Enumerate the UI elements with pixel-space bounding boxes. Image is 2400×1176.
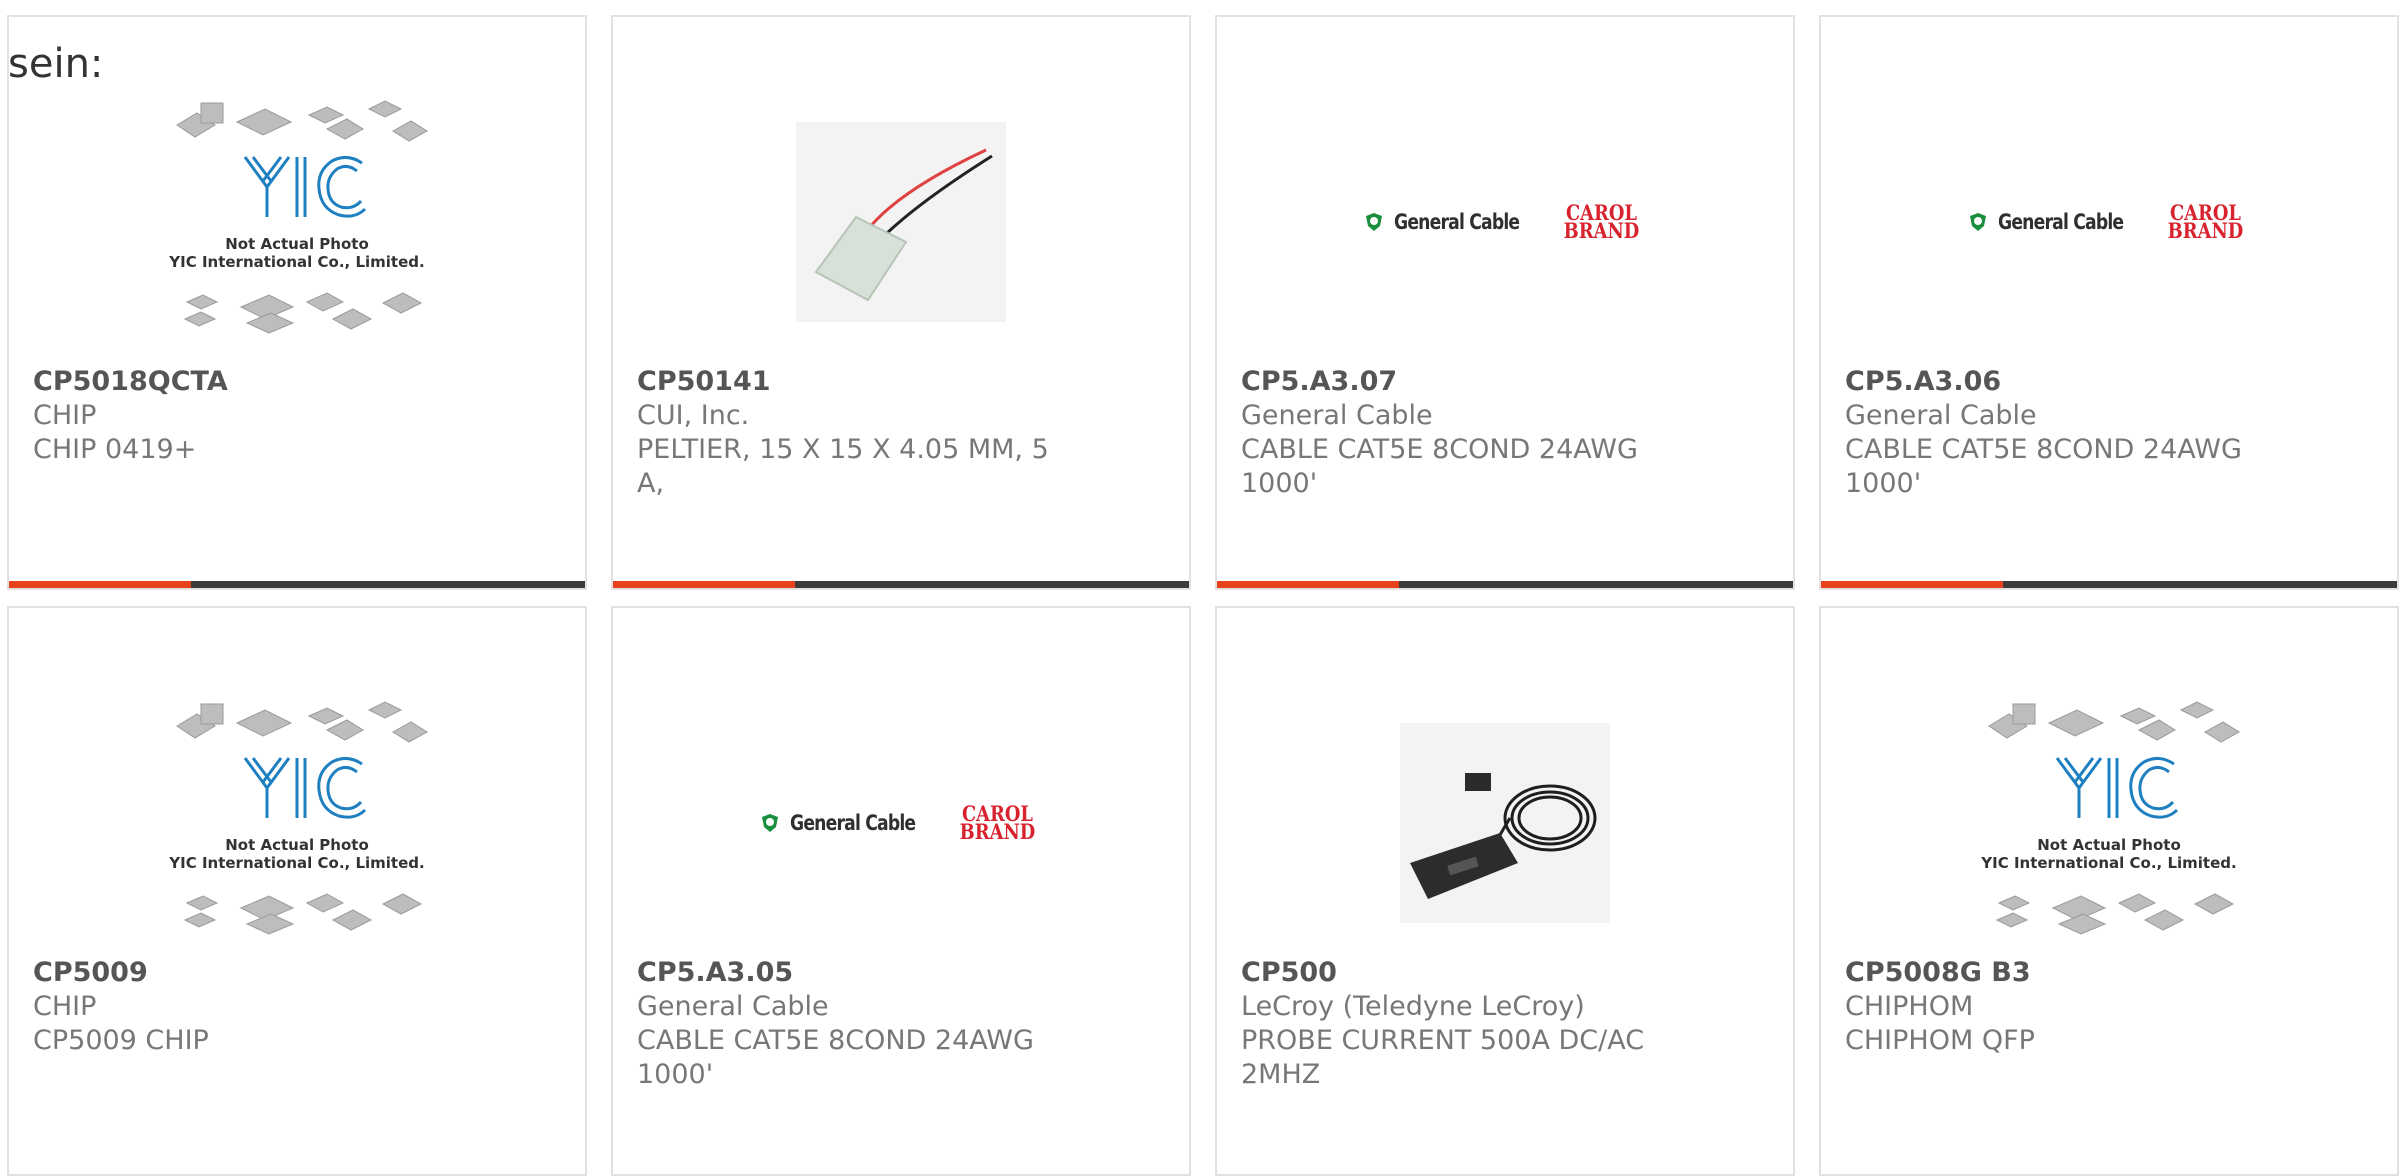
product-image[interactable]: General Cable CAROL BRAND	[613, 688, 1189, 958]
gc-brand: General Cable	[1998, 210, 2124, 234]
current-probe-image	[1400, 723, 1610, 923]
yic-line1: Not Actual Photo	[2037, 836, 2181, 854]
card-bar	[613, 581, 1189, 588]
product-info: CP5009 CHIP CP5009 CHIP	[33, 956, 453, 1058]
manufacturer: General Cable	[1845, 400, 2037, 431]
yic-placeholder-image: Not Actual Photo YIC International Co., …	[168, 701, 428, 935]
card-bar-accent	[1821, 581, 2003, 588]
card-bar	[1217, 581, 1793, 588]
product-image[interactable]: Not Actual Photo YIC International Co., …	[9, 688, 585, 958]
yic-line1: Not Actual Photo	[225, 235, 369, 253]
part-number-link[interactable]: CP5008G B3	[1845, 956, 2265, 990]
description: CP5009 CHIP	[33, 1025, 209, 1056]
card-bar	[1821, 581, 2397, 588]
product-card[interactable]: General Cable CAROL BRAND CP5.A3.06 Gener…	[1819, 15, 2399, 590]
yic-placeholder-image: Not Actual Photo YIC International Co., …	[1980, 701, 2240, 935]
product-card[interactable]: General Cable CAROL BRAND CP5.A3.05 Gener…	[611, 606, 1191, 1176]
product-info: CP5.A3.05 General Cable CABLE CAT5E 8CON…	[637, 956, 1057, 1092]
product-info: CP50141 CUI, Inc. PELTIER, 15 X 15 X 4.0…	[637, 365, 1057, 501]
part-number-link[interactable]: CP5.A3.06	[1845, 365, 2265, 399]
manufacturer: General Cable	[1241, 400, 1433, 431]
part-number-link[interactable]: CP50141	[637, 365, 1057, 399]
product-info: CP5008G B3 CHIPHOM CHIPHOM QFP	[1845, 956, 2265, 1058]
yic-placeholder-image: Not Actual Photo YIC International Co., …	[168, 100, 428, 334]
manufacturer: CHIPHOM	[1845, 991, 1974, 1022]
part-number-link[interactable]: CP500	[1241, 956, 1661, 990]
description: CABLE CAT5E 8COND 24AWG 1000'	[1241, 434, 1638, 499]
general-cable-logo: General Cable CAROL BRAND	[1968, 200, 2250, 243]
yic-line1: Not Actual Photo	[225, 836, 369, 854]
carol-brand: CAROL BRAND	[2167, 200, 2244, 243]
product-image[interactable]: Not Actual Photo YIC International Co., …	[1821, 688, 2397, 958]
product-image[interactable]	[1217, 688, 1793, 958]
card-bar-accent	[1217, 581, 1399, 588]
product-image[interactable]: General Cable CAROL BRAND	[1821, 77, 2397, 367]
gc-brand: General Cable	[790, 811, 916, 835]
peltier-module-image	[796, 122, 1006, 322]
description: PELTIER, 15 X 15 X 4.05 MM, 5 A,	[637, 434, 1049, 499]
manufacturer: CHIP	[33, 991, 97, 1022]
product-image[interactable]: Not Actual Photo YIC International Co., …	[9, 77, 585, 367]
general-cable-logo: General Cable CAROL BRAND	[760, 801, 1042, 844]
manufacturer: CUI, Inc.	[637, 400, 750, 431]
part-number-link[interactable]: CP5.A3.07	[1241, 365, 1661, 399]
carol-brand: CAROL BRAND	[959, 801, 1036, 844]
yic-line2: YIC International Co., Limited.	[168, 854, 424, 872]
description: CHIP 0419+	[33, 434, 197, 465]
manufacturer: General Cable	[637, 991, 829, 1022]
product-info: CP5018QCTA CHIP CHIP 0419+	[33, 365, 453, 467]
product-info: CP5.A3.07 General Cable CABLE CAT5E 8CON…	[1241, 365, 1661, 501]
product-info: CP500 LeCroy (Teledyne LeCroy) PROBE CUR…	[1241, 956, 1661, 1092]
card-bar	[9, 581, 585, 588]
general-cable-logo: General Cable CAROL BRAND	[1364, 200, 1646, 243]
manufacturer: CHIP	[33, 400, 97, 431]
carol-brand: CAROL BRAND	[1563, 200, 1640, 243]
part-number-link[interactable]: CP5009	[33, 956, 453, 990]
description: CHIPHOM QFP	[1845, 1025, 2035, 1056]
shield-icon	[1970, 213, 1987, 231]
product-card[interactable]: Not Actual Photo YIC International Co., …	[7, 606, 587, 1176]
part-number-link[interactable]: CP5018QCTA	[33, 365, 453, 399]
yic-line2: YIC International Co., Limited.	[1980, 854, 2236, 872]
description: CABLE CAT5E 8COND 24AWG 1000'	[637, 1025, 1034, 1090]
product-info: CP5.A3.06 General Cable CABLE CAT5E 8CON…	[1845, 365, 2265, 501]
part-number-link[interactable]: CP5.A3.05	[637, 956, 1057, 990]
product-image[interactable]: General Cable CAROL BRAND	[1217, 77, 1793, 367]
product-card[interactable]: Not Actual Photo YIC International Co., …	[7, 15, 587, 590]
manufacturer: LeCroy (Teledyne LeCroy)	[1241, 991, 1585, 1022]
card-bar-accent	[613, 581, 795, 588]
yic-line2: YIC International Co., Limited.	[168, 253, 424, 271]
shield-icon	[1366, 213, 1383, 231]
product-card[interactable]: CP500 LeCroy (Teledyne LeCroy) PROBE CUR…	[1215, 606, 1795, 1176]
lead-text: sein:	[8, 41, 104, 87]
shield-icon	[762, 814, 779, 832]
product-card[interactable]: CP50141 CUI, Inc. PELTIER, 15 X 15 X 4.0…	[611, 15, 1191, 590]
product-image[interactable]	[613, 77, 1189, 367]
product-card[interactable]: General Cable CAROL BRAND CP5.A3.07 Gener…	[1215, 15, 1795, 590]
product-grid: Not Actual Photo YIC International Co., …	[0, 0, 2400, 1176]
product-card[interactable]: Not Actual Photo YIC International Co., …	[1819, 606, 2399, 1176]
description: CABLE CAT5E 8COND 24AWG 1000'	[1845, 434, 2242, 499]
gc-brand: General Cable	[1394, 210, 1520, 234]
card-bar-accent	[9, 581, 191, 588]
description: PROBE CURRENT 500A DC/AC 2MHZ	[1241, 1025, 1645, 1090]
